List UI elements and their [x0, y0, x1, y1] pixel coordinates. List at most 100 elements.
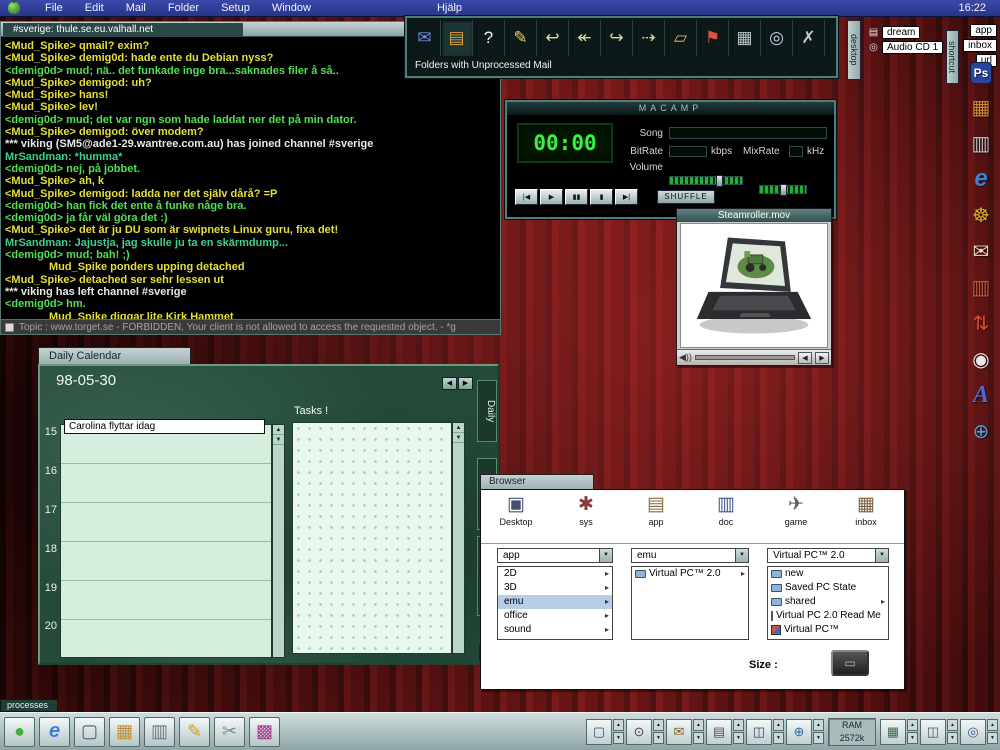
- menu-item[interactable]: Window: [261, 0, 322, 16]
- shortcut-label[interactable]: inbox: [963, 39, 997, 52]
- film-icon[interactable]: ▩: [249, 717, 280, 747]
- cd-tile[interactable]: ◎: [960, 719, 986, 745]
- spinner-arrows[interactable]: ▲▼: [907, 719, 918, 744]
- macamp-titlebar[interactable]: MACAMP: [507, 102, 834, 115]
- tools-icon[interactable]: ✂: [214, 717, 245, 747]
- chevron-down-icon[interactable]: ▼: [875, 549, 888, 562]
- column-dropdown-app[interactable]: app ▼: [497, 548, 613, 563]
- device-icon[interactable]: ▥: [144, 717, 175, 747]
- place-doc[interactable]: ▥ doc: [691, 493, 761, 527]
- reply-all-icon[interactable]: ↞: [569, 20, 601, 56]
- menu-item[interactable]: Folder: [157, 0, 210, 16]
- speaker-icon[interactable]: ◀)): [679, 352, 692, 363]
- pause-button[interactable]: ▮▮: [565, 189, 588, 205]
- movie-titlebar[interactable]: Steamroller.mov: [677, 209, 831, 222]
- apple-menu-icon[interactable]: [8, 2, 20, 14]
- browser-window-tab[interactable]: Browser: [480, 474, 594, 489]
- step-back-button[interactable]: ◀: [798, 352, 812, 364]
- menu-item[interactable]: Mail: [115, 0, 157, 16]
- unprocessed-folders-icon[interactable]: ▤: [441, 20, 473, 56]
- scroll-down-icon[interactable]: ▼: [453, 433, 464, 443]
- schedule-panel[interactable]: [60, 424, 272, 658]
- photoshop-icon[interactable]: Ps: [970, 62, 992, 84]
- internet-explorer-icon[interactable]: e: [967, 166, 995, 192]
- column-dropdown-vpc[interactable]: Virtual PC™ 2.0 ▼: [767, 548, 889, 563]
- file-message-icon[interactable]: ▱: [665, 20, 697, 56]
- prev-day-button[interactable]: ◀: [442, 377, 457, 390]
- disk-tile[interactable]: ◫: [746, 719, 772, 745]
- print-icon[interactable]: ▦: [729, 20, 761, 56]
- list-item[interactable]: shared ▸: [768, 595, 888, 609]
- internet-explorer-icon[interactable]: e: [39, 717, 70, 747]
- column-dropdown-emu[interactable]: emu ▼: [631, 548, 749, 563]
- cabinet-icon[interactable]: ▥: [967, 274, 995, 300]
- scanner-icon[interactable]: ▥: [967, 130, 995, 156]
- letter-a-icon[interactable]: A: [967, 382, 995, 408]
- apple-menu-icon[interactable]: ●: [4, 717, 35, 747]
- trash-icon[interactable]: ✗: [793, 20, 825, 56]
- tasks-scrollbar[interactable]: ▲ ▼: [452, 422, 465, 654]
- calendar-window-tab[interactable]: Daily Calendar: [38, 347, 191, 364]
- list-item[interactable]: new: [768, 567, 888, 581]
- calendar-view-tab[interactable]: Daily: [477, 380, 497, 442]
- balance-knob[interactable]: [780, 184, 787, 196]
- package-icon[interactable]: ▦: [109, 717, 140, 747]
- list-item[interactable]: 2D ▸: [498, 567, 612, 581]
- chevron-down-icon[interactable]: ▼: [735, 549, 748, 562]
- reply-icon[interactable]: ↩: [537, 20, 569, 56]
- window-icon[interactable]: ▢: [74, 717, 105, 747]
- mail-tile[interactable]: ✉: [666, 719, 692, 745]
- size-button[interactable]: ▭: [831, 650, 869, 676]
- printer-tile[interactable]: ▤: [706, 719, 732, 745]
- disc-icon[interactable]: ◎: [761, 20, 793, 56]
- grid-tile[interactable]: ▦: [880, 719, 906, 745]
- spinner-arrows[interactable]: ▲▼: [813, 719, 824, 744]
- help-cursor-icon[interactable]: ?: [473, 20, 505, 56]
- spinner-arrows[interactable]: ▲▼: [653, 719, 664, 744]
- floppy-tile[interactable]: ◫: [920, 719, 946, 745]
- mail-stack-icon[interactable]: ✉: [967, 238, 995, 264]
- processes-tab[interactable]: processes: [0, 699, 58, 712]
- package-icon[interactable]: ▦: [967, 94, 995, 120]
- spinner-arrows[interactable]: ▲▼: [947, 719, 958, 744]
- stamp-icon[interactable]: ✎: [179, 717, 210, 747]
- tasks-panel[interactable]: [292, 422, 452, 654]
- next-button[interactable]: ▶|: [615, 189, 638, 205]
- play-button[interactable]: ▶: [540, 189, 563, 205]
- list-item[interactable]: Virtual PC 2.0 Read Me: [768, 609, 888, 623]
- place-game[interactable]: ✈ game: [761, 493, 831, 527]
- next-day-button[interactable]: ▶: [458, 377, 473, 390]
- step-forward-button[interactable]: ▶: [815, 352, 829, 364]
- scroll-up-icon[interactable]: ▲: [453, 423, 464, 433]
- forward-icon[interactable]: ↪: [601, 20, 633, 56]
- window-tile[interactable]: ▢: [586, 719, 612, 745]
- schedule-entry[interactable]: Carolina flyttar idag: [64, 419, 265, 434]
- spinner-arrows[interactable]: ▲▼: [693, 719, 704, 744]
- up-down-arrows-icon[interactable]: ⇅: [967, 310, 995, 336]
- list-item[interactable]: office ▸: [498, 609, 612, 623]
- shortcut-label[interactable]: app: [970, 24, 997, 37]
- dream-window-shade[interactable]: ▤ dream: [868, 26, 920, 39]
- eye-icon[interactable]: ◉: [967, 346, 995, 372]
- place-app[interactable]: ▤ app: [621, 493, 691, 527]
- globe-icon[interactable]: ⊕: [967, 418, 995, 444]
- menu-item[interactable]: Setup: [210, 0, 261, 16]
- spinner-arrows[interactable]: ▲▼: [613, 719, 624, 744]
- scroll-down-icon[interactable]: ▼: [273, 435, 284, 445]
- scroll-up-icon[interactable]: ▲: [273, 425, 284, 435]
- list-item[interactable]: Saved PC State: [768, 581, 888, 595]
- irc-chat-area[interactable]: <Mud_Spike> qmail? exim?<Mud_Spike> demi…: [1, 38, 500, 319]
- spinner-arrows[interactable]: ▲▼: [987, 719, 998, 744]
- compose-icon[interactable]: ✎: [505, 20, 537, 56]
- list-item[interactable]: emu ▸: [498, 595, 612, 609]
- menu-item[interactable]: Edit: [74, 0, 115, 16]
- chevron-down-icon[interactable]: ▼: [599, 549, 612, 562]
- check-mail-icon[interactable]: ✉: [409, 20, 441, 56]
- network-tile[interactable]: ⊕: [786, 719, 812, 745]
- helm-icon[interactable]: ☸: [967, 202, 995, 228]
- list-item[interactable]: Virtual PC™: [768, 623, 888, 637]
- schedule-scrollbar[interactable]: ▲ ▼: [272, 424, 285, 658]
- shuffle-button[interactable]: SHUFFLE: [657, 190, 715, 204]
- desktop-tab[interactable]: desktop: [847, 20, 861, 80]
- prev-button[interactable]: |◀: [515, 189, 538, 205]
